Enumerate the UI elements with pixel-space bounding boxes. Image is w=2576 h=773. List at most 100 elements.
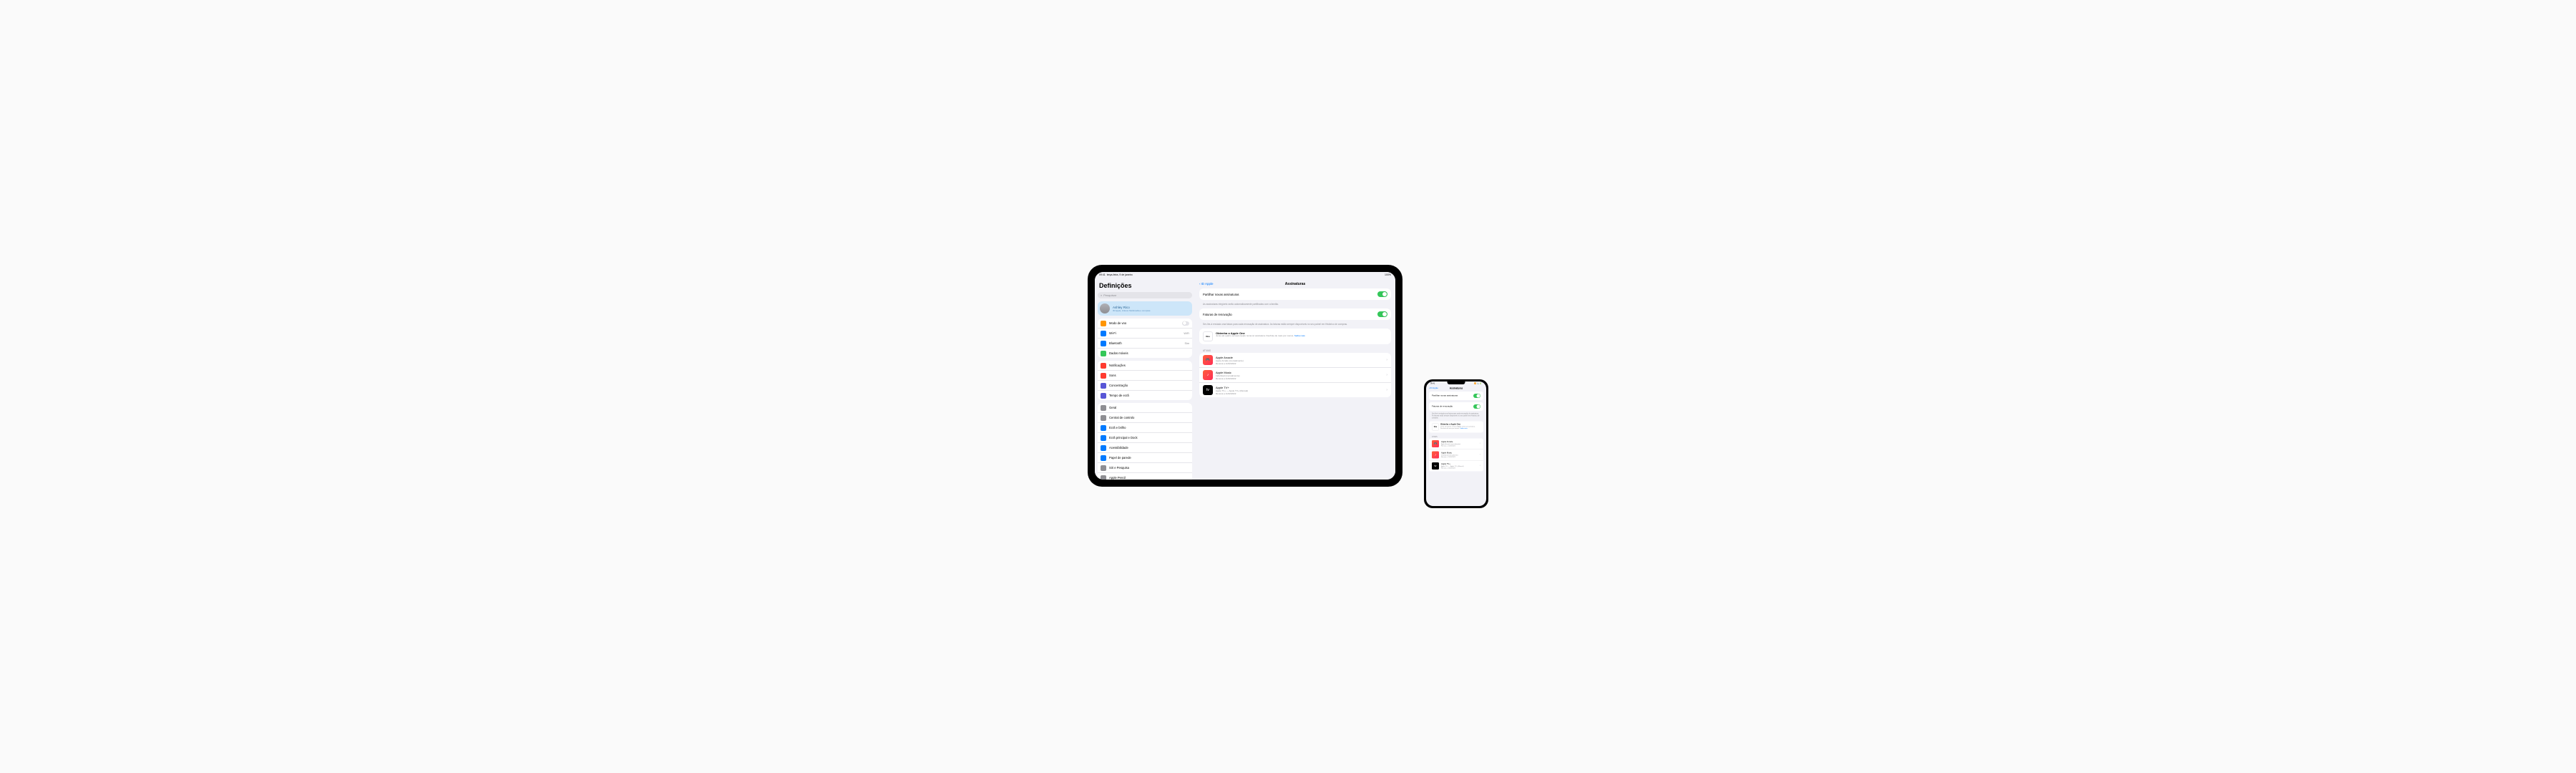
- settings-row[interactable]: Concentração: [1098, 381, 1192, 391]
- detail-pane[interactable]: ‹ID Apple Assinaturas Partilhar novas as…: [1195, 278, 1395, 480]
- row-value: Sim: [1184, 342, 1189, 345]
- status-time: 09:41: [1099, 273, 1106, 276]
- page-title: Assinaturas: [1285, 282, 1306, 286]
- accessibility-icon: [1101, 445, 1106, 451]
- subscription-row[interactable]: ♪Apple MusicIndividual (mensalmente)Reno…: [1199, 368, 1391, 383]
- status-time: 09:41: [1430, 383, 1435, 385]
- share-toggle[interactable]: [1473, 394, 1480, 398]
- settings-sidebar[interactable]: Definições ⌕ Pesquisar Ashley Rico ID Ap…: [1095, 278, 1195, 480]
- settings-group: Notificações Sons Concentração Tempo de ecr…: [1098, 361, 1192, 400]
- renewal-label: Faturas de renovação: [1203, 313, 1232, 316]
- iphone-content[interactable]: Partilhar novas assinaturas Faturas de r…: [1426, 391, 1486, 506]
- back-button[interactable]: ‹ID Apple: [1429, 387, 1438, 389]
- settings-row[interactable]: Papel de parede: [1098, 453, 1192, 463]
- settings-row[interactable]: BluetoothSim: [1098, 339, 1192, 349]
- settings-row[interactable]: Acessibilidade: [1098, 443, 1192, 453]
- settings-row[interactable]: Sons: [1098, 371, 1192, 381]
- renewal-toggle-row[interactable]: Faturas de renovação: [1429, 402, 1483, 411]
- sub-renewal: Renova a 11/02/2022: [1216, 377, 1383, 380]
- focus-icon: [1101, 383, 1106, 389]
- share-card: Partilhar novas assinaturas: [1429, 392, 1483, 400]
- settings-row[interactable]: Siri e Pesquisa: [1098, 463, 1192, 473]
- sub-renewal: Renova a 11/02/2022: [1441, 456, 1478, 458]
- row-label: Notificações: [1109, 364, 1189, 367]
- bluetooth-icon: [1101, 341, 1106, 346]
- subscription-row[interactable]: ♪Apple MusicIndividual (mensalmente)Reno…: [1429, 449, 1483, 461]
- status-date: terça-feira, 9 de janeiro: [1107, 273, 1133, 276]
- row-label: Sons: [1109, 374, 1189, 377]
- ipad-statusbar: 09:41 terça-feira, 9 de janeiro 100%: [1095, 272, 1395, 278]
- wifi-icon: [1101, 331, 1106, 336]
- active-header: Ativas: [1429, 434, 1483, 439]
- app-icon: ♪: [1203, 370, 1213, 380]
- row-label: Papel de parede: [1109, 456, 1189, 460]
- row-label: Apple Pencil: [1109, 476, 1189, 480]
- sounds-icon: [1101, 373, 1106, 379]
- settings-row[interactable]: Ecrã principal e Dock: [1098, 433, 1192, 443]
- settings-row[interactable]: Modo de voo: [1098, 319, 1192, 329]
- search-icon: ⌕: [1101, 293, 1102, 297]
- promo-card[interactable]: One Obtenha o Apple One Junte até quatro…: [1429, 421, 1483, 432]
- row-label: Acessibilidade: [1109, 446, 1189, 449]
- ipad-device: 09:41 terça-feira, 9 de janeiro 100% Def…: [1088, 265, 1402, 487]
- pencil-icon: [1101, 475, 1106, 480]
- ipad-screen: 09:41 terça-feira, 9 de janeiro 100% Def…: [1095, 272, 1395, 480]
- promo-link[interactable]: Saiba mais: [1460, 427, 1467, 429]
- notch: [1448, 381, 1465, 384]
- search-input[interactable]: ⌕ Pesquisar: [1098, 292, 1192, 298]
- settings-row[interactable]: Wi-FiWiFi: [1098, 329, 1192, 339]
- notifications-icon: [1101, 363, 1106, 369]
- page-title: Assinaturas: [1450, 387, 1463, 390]
- settings-title: Definições: [1098, 281, 1192, 292]
- sub-renewal: Renova a 11/02/2022: [1216, 392, 1383, 395]
- share-label: Partilhar novas assinaturas: [1432, 395, 1458, 397]
- iphone-nav: ‹ID Apple Assinaturas: [1426, 386, 1486, 391]
- share-toggle-row[interactable]: Partilhar novas assinaturas: [1429, 392, 1483, 400]
- back-button[interactable]: ‹ID Apple: [1199, 282, 1214, 286]
- chevron-right-icon: ›: [1386, 358, 1387, 362]
- mini-toggle[interactable]: [1182, 321, 1189, 326]
- promo-card[interactable]: One Obtenha o Apple One Junte até quatro…: [1199, 329, 1391, 344]
- settings-row[interactable]: Notificações: [1098, 361, 1192, 371]
- screentime-icon: [1101, 393, 1106, 399]
- iphone-device: 09:41 📶 📡 🔋 ‹ID Apple Assinaturas Partil…: [1424, 379, 1488, 508]
- app-icon: 🎮: [1203, 355, 1213, 365]
- settings-group: Modo de voo Wi-FiWiFiBluetoothSimDados mó…: [1098, 319, 1192, 358]
- apple-one-icon: One: [1203, 331, 1213, 341]
- row-label: Tempo de ecrã: [1109, 394, 1189, 397]
- subscriptions-list: 🎮Apple ArcadeApple Arcade (mensalmente)R…: [1429, 438, 1483, 471]
- chevron-left-icon: ‹: [1199, 282, 1201, 286]
- row-label: Ecrã principal e Dock: [1109, 436, 1189, 439]
- subscription-row[interactable]: 🎮Apple ArcadeApple Arcade (mensalmente)R…: [1429, 438, 1483, 449]
- row-label: Modo de voo: [1109, 321, 1179, 325]
- share-toggle-row[interactable]: Partilhar novas assinaturas: [1199, 288, 1391, 300]
- share-toggle[interactable]: [1377, 291, 1387, 297]
- profile-row[interactable]: Ashley Rico ID Apple, iCloud, Multimédia…: [1098, 301, 1192, 316]
- settings-row[interactable]: Central de controlo: [1098, 413, 1192, 423]
- settings-row[interactable]: Apple Pencil: [1098, 473, 1192, 480]
- share-card: Partilhar novas assinaturas: [1199, 288, 1391, 300]
- row-label: Siri e Pesquisa: [1109, 466, 1189, 470]
- renewal-toggle-row[interactable]: Faturas de renovação: [1199, 308, 1391, 320]
- renewal-toggle[interactable]: [1473, 404, 1480, 409]
- subscription-row[interactable]: tvApple TV+Apple TV+ — Apple TV+ (Mensal…: [1429, 460, 1483, 471]
- wallpaper-icon: [1101, 455, 1106, 461]
- subscription-row[interactable]: 🎮Apple ArcadeApple Arcade (mensalmente)R…: [1199, 353, 1391, 368]
- promo-text: Junte até quatro serviços Apple numa só …: [1440, 425, 1480, 429]
- subscription-row[interactable]: tvApple TV+Apple TV+ — Apple TV+ (Mensal…: [1199, 383, 1391, 397]
- share-label: Partilhar novas assinaturas: [1203, 293, 1239, 296]
- airplane-icon: [1101, 321, 1106, 326]
- promo-link[interactable]: Saiba mais: [1294, 334, 1305, 337]
- renewal-card: Faturas de renovação: [1199, 308, 1391, 320]
- status-icons: 📶 📡 🔋: [1474, 383, 1482, 385]
- app-icon: tv: [1203, 385, 1213, 395]
- settings-row[interactable]: Tempo de ecrã: [1098, 391, 1192, 400]
- settings-row[interactable]: Ecrã e brilho: [1098, 423, 1192, 433]
- detail-nav: ‹ID Apple Assinaturas: [1199, 281, 1391, 288]
- status-battery: 100%: [1385, 273, 1391, 276]
- renewal-label: Faturas de renovação: [1432, 406, 1453, 408]
- settings-row[interactable]: Geral: [1098, 403, 1192, 413]
- settings-row[interactable]: Dados móveis: [1098, 349, 1192, 358]
- renewal-toggle[interactable]: [1377, 311, 1387, 317]
- renewal-card: Faturas de renovação: [1429, 402, 1483, 411]
